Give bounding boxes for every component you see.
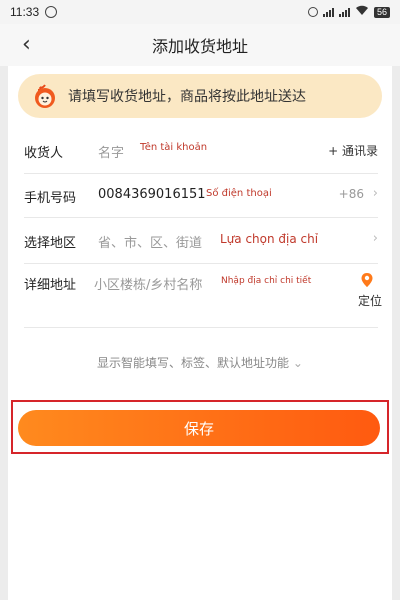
signal-icon bbox=[322, 7, 334, 17]
chevron-right-icon[interactable]: › bbox=[373, 186, 378, 201]
phone-row[interactable]: 手机号码 0084369016151 Số điện thoại +86 › bbox=[24, 174, 378, 218]
region-annotation: Lựa chọn địa chỉ bbox=[220, 232, 319, 246]
page-title: 添加收货地址 bbox=[151, 37, 248, 56]
country-code[interactable]: +86 bbox=[339, 187, 364, 201]
region-row[interactable]: 选择地区 省、市、区、街道 Lựa chọn địa chỉ › bbox=[24, 218, 378, 264]
contacts-button[interactable]: + 通讯录 bbox=[328, 142, 378, 159]
status-time: 11:33 bbox=[10, 5, 40, 19]
show-more-options[interactable]: 显示智能填写、标签、默认地址功能 ⌄ bbox=[8, 354, 392, 371]
locate-button[interactable]: 定位 bbox=[358, 292, 382, 309]
alarm-icon bbox=[307, 7, 318, 17]
save-button[interactable]: 保存 bbox=[18, 410, 380, 446]
message-icon bbox=[45, 6, 58, 18]
recipient-label: 收货人 bbox=[24, 146, 64, 161]
detail-address-row[interactable]: 详细地址 小区楼栋/乡村名称 Nhập địa chỉ chi tiết 定位 bbox=[24, 264, 382, 328]
phone-label: 手机号码 bbox=[24, 191, 77, 206]
phone-input[interactable]: 0084369016151 bbox=[98, 187, 206, 202]
page-header: ‹ 添加收货地址 bbox=[0, 24, 400, 66]
phone-annotation: Số điện thoại bbox=[206, 188, 272, 199]
notice-text: 请填写收货地址，商品将按此地址送达 bbox=[68, 89, 306, 105]
back-arrow-icon[interactable]: ‹ bbox=[22, 32, 31, 57]
region-label: 选择地区 bbox=[24, 236, 77, 251]
status-bar: 11:33 56 bbox=[0, 0, 400, 24]
detail-address-label: 详细地址 bbox=[24, 278, 77, 293]
detail-address-input[interactable]: 小区楼栋/乡村名称 bbox=[94, 274, 202, 293]
region-select[interactable]: 省、市、区、街道 bbox=[98, 232, 202, 251]
battery-icon: 56 bbox=[373, 6, 390, 18]
recipient-annotation: Tên tài khoản bbox=[140, 142, 208, 153]
address-form-panel: 请填写收货地址，商品将按此地址送达 收货人 名字 Tên tài khoản +… bbox=[8, 66, 392, 600]
recipient-input[interactable]: 名字 bbox=[98, 142, 124, 161]
chevron-down-icon: ⌄ bbox=[292, 356, 303, 370]
more-options-text: 显示智能填写、标签、默认地址功能 bbox=[97, 356, 290, 370]
chevron-right-icon[interactable]: › bbox=[373, 231, 378, 246]
status-indicators: 56 bbox=[307, 5, 390, 19]
signal-icon-2 bbox=[338, 7, 350, 17]
wifi-icon bbox=[355, 5, 369, 19]
notice-banner: 请填写收货地址，商品将按此地址送达 bbox=[18, 74, 382, 118]
recipient-row[interactable]: 收货人 名字 Tên tài khoản + 通讯录 bbox=[24, 126, 378, 174]
detail-address-annotation: Nhập địa chỉ chi tiết bbox=[221, 276, 312, 286]
mascot-icon bbox=[32, 83, 58, 109]
location-pin-icon[interactable] bbox=[360, 272, 374, 288]
